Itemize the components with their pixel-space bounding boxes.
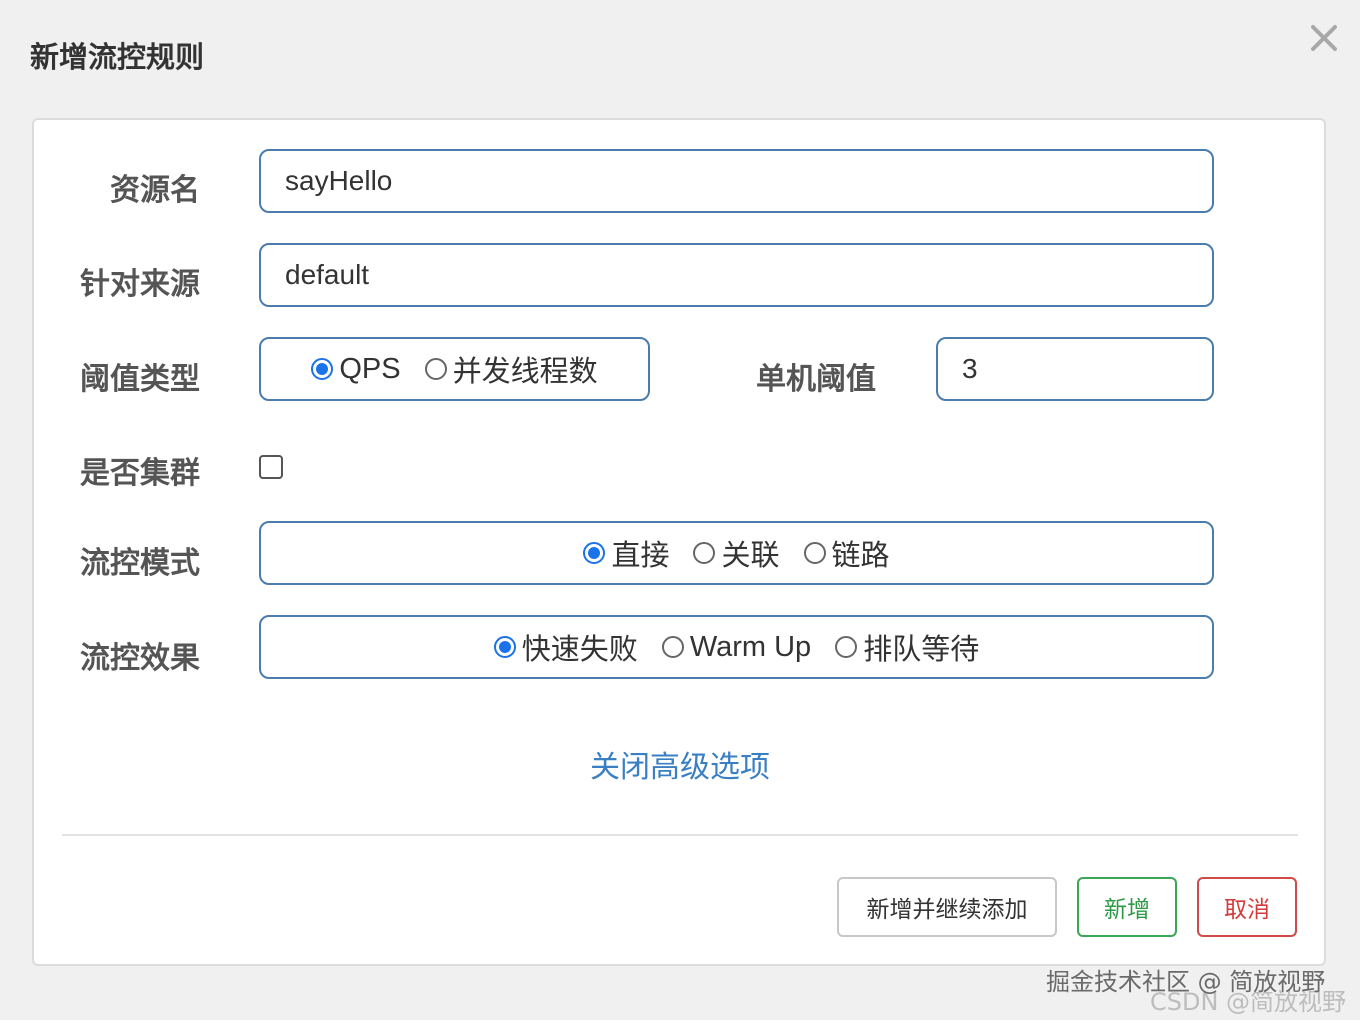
radio-thread-count[interactable]: 并发线程数 (424, 348, 598, 390)
radio-chain-label: 链路 (831, 540, 890, 572)
radio-qps-label: QPS (339, 352, 401, 385)
cluster-label: 是否集群 (80, 456, 200, 491)
radio-unselected-icon (424, 358, 447, 380)
resource-name-label: 资源名 (110, 173, 200, 208)
radio-selected-icon (311, 358, 334, 380)
radio-direct[interactable]: 直接 (583, 532, 669, 574)
radio-chain[interactable]: 链路 (803, 532, 890, 574)
radio-selected-icon (583, 542, 606, 564)
dialog-title: 新增流控规则 (30, 40, 205, 74)
radio-relate-label: 关联 (721, 540, 780, 572)
limit-app-input[interactable] (259, 243, 1214, 307)
cancel-button[interactable]: 取消 (1197, 877, 1297, 937)
add-and-continue-button[interactable]: 新增并继续添加 (837, 877, 1057, 937)
radio-fail-fast-label: 快速失败 (521, 634, 638, 666)
control-mode-label: 流控模式 (80, 546, 200, 581)
single-threshold-input[interactable] (936, 337, 1214, 401)
watermark-juejin: 掘金技术社区 @ 简放视野 (1046, 968, 1326, 996)
threshold-type-group: QPS 并发线程数 (259, 337, 650, 401)
control-effect-group: 快速失败 Warm Up 排队等待 (259, 615, 1214, 679)
add-button[interactable]: 新增 (1077, 877, 1177, 937)
radio-direct-label: 直接 (611, 540, 670, 572)
single-threshold-label: 单机阈值 (756, 362, 876, 397)
divider (62, 834, 1298, 836)
close-button[interactable] (1304, 18, 1344, 58)
control-mode-group: 直接 关联 链路 (259, 521, 1214, 585)
radio-unselected-icon (661, 636, 684, 658)
radio-relate[interactable]: 关联 (693, 532, 780, 574)
radio-warm-up[interactable]: Warm Up (661, 630, 812, 664)
control-effect-label: 流控效果 (80, 641, 200, 676)
radio-qps[interactable]: QPS (311, 352, 401, 386)
close-advanced-options-link[interactable]: 关闭高级选项 (0, 742, 1360, 786)
radio-queue-label: 排队等待 (863, 634, 980, 666)
radio-queue[interactable]: 排队等待 (835, 626, 979, 668)
cluster-checkbox[interactable] (259, 455, 283, 479)
radio-unselected-icon (835, 636, 858, 658)
radio-warm-up-label: Warm Up (689, 630, 812, 663)
radio-fail-fast[interactable]: 快速失败 (493, 626, 638, 668)
radio-unselected-icon (693, 542, 716, 564)
radio-unselected-icon (803, 542, 826, 564)
close-icon (1311, 25, 1337, 51)
limit-app-label: 针对来源 (80, 267, 200, 302)
resource-name-input[interactable] (259, 149, 1214, 213)
radio-thread-count-label: 并发线程数 (452, 356, 598, 388)
threshold-type-label: 阈值类型 (80, 362, 200, 397)
radio-selected-icon (493, 636, 516, 658)
